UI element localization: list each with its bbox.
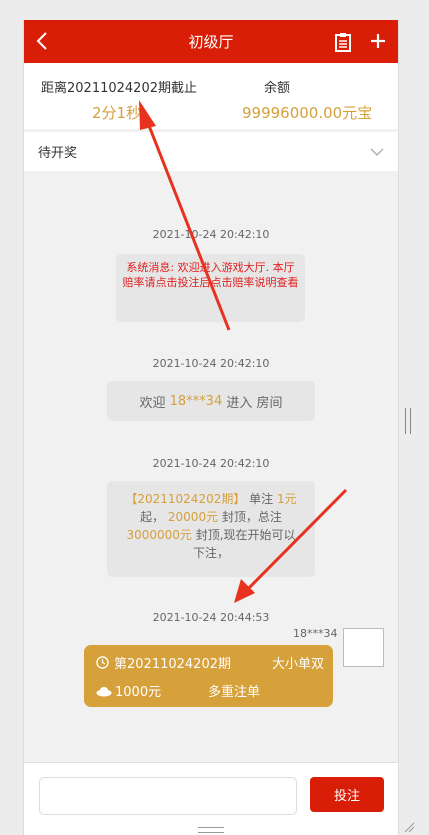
deadline-label: 距离20211024202期截止 bbox=[41, 81, 197, 96]
chevron-left-icon[interactable] bbox=[34, 31, 52, 51]
draw-status-label: 待开奖 bbox=[38, 146, 78, 161]
bet-card-row: 第20211024202期 大小单双 bbox=[96, 653, 324, 672]
chat-messages[interactable]: 2021-10-24 20:42:10 系统消息: 欢迎进入游戏大厅. 本厅赔率… bbox=[24, 171, 398, 761]
bet-username: 18***34 bbox=[293, 627, 338, 640]
period-info-panel: 距离20211024202期截止 2分1秒 余额 99996000.00元宝 bbox=[24, 63, 398, 129]
rules-text: 封顶，总注 bbox=[218, 510, 282, 524]
system-message: 系统消息: 欢迎进入游戏大厅. 本厅赔率请点击投注后点击赔率说明查看 bbox=[116, 254, 305, 322]
clipboard-icon[interactable] bbox=[333, 32, 353, 52]
chevron-down-icon[interactable] bbox=[370, 147, 384, 157]
rules-max-bet: 20000元 bbox=[167, 510, 219, 524]
bet-type: 大小单双 bbox=[271, 657, 324, 672]
rules-text: 单注 bbox=[245, 492, 277, 506]
clock-icon bbox=[96, 656, 109, 669]
avatar[interactable] bbox=[343, 628, 384, 667]
rules-min-bet: 1元 bbox=[276, 492, 297, 506]
bet-mode: 多重注单 bbox=[208, 685, 261, 700]
rules-text: 封顶,现在开始可以下注， bbox=[191, 528, 296, 560]
resize-grip-icon[interactable] bbox=[403, 821, 415, 833]
plus-icon[interactable] bbox=[370, 33, 386, 49]
bet-period-group: 第20211024202期 bbox=[96, 653, 231, 672]
app-header: 初级厅 bbox=[24, 20, 398, 63]
page-title: 初级厅 bbox=[188, 33, 234, 51]
bet-amount-group: 1000元 bbox=[96, 681, 161, 700]
submit-bet-button[interactable]: 投注 bbox=[310, 777, 384, 812]
gold-ingot-icon bbox=[96, 686, 112, 696]
message-timestamp: 2021-10-24 20:44:53 bbox=[152, 611, 270, 624]
welcome-suffix: 进入 房间 bbox=[226, 395, 283, 411]
drag-handle[interactable] bbox=[198, 827, 224, 833]
balance-block: 余额 99996000.00元宝 bbox=[242, 77, 372, 123]
bet-amount: 1000元 bbox=[115, 685, 162, 700]
draw-status-bar[interactable]: 待开奖 bbox=[24, 132, 398, 171]
bet-input-bar: 投注 bbox=[24, 762, 398, 835]
message-timestamp: 2021-10-24 20:42:10 bbox=[152, 228, 270, 241]
countdown-value: 2分1秒 bbox=[92, 104, 142, 122]
rules-period: 【20211024202期】 bbox=[125, 492, 246, 506]
rules-total-cap: 3000000元 bbox=[126, 528, 192, 542]
message-timestamp: 2021-10-24 20:42:10 bbox=[152, 457, 270, 470]
message-input[interactable] bbox=[39, 777, 297, 815]
rules-text: 起， bbox=[140, 510, 168, 524]
splitter-handle[interactable] bbox=[405, 408, 411, 434]
welcome-user: 18***34 bbox=[169, 393, 223, 409]
deadline-block: 距离20211024202期截止 2分1秒 bbox=[41, 77, 197, 123]
welcome-message: 欢迎 18***34 进入 房间 bbox=[107, 381, 315, 421]
welcome-prefix: 欢迎 bbox=[139, 395, 166, 411]
balance-value: 99996000.00元宝 bbox=[242, 104, 373, 122]
bet-card[interactable]: 第20211024202期 大小单双 1000元 多重注单 bbox=[84, 645, 333, 707]
betting-rules-message: 【20211024202期】 单注 1元 起， 20000元 封顶，总注 300… bbox=[107, 481, 315, 577]
bet-period: 第20211024202期 bbox=[114, 657, 231, 672]
balance-label: 余额 bbox=[264, 81, 291, 96]
phone-screen: 初级厅 距离20211024202期截止 2分1秒 余额 99996000.00… bbox=[23, 20, 399, 835]
message-timestamp: 2021-10-24 20:42:10 bbox=[152, 357, 270, 370]
